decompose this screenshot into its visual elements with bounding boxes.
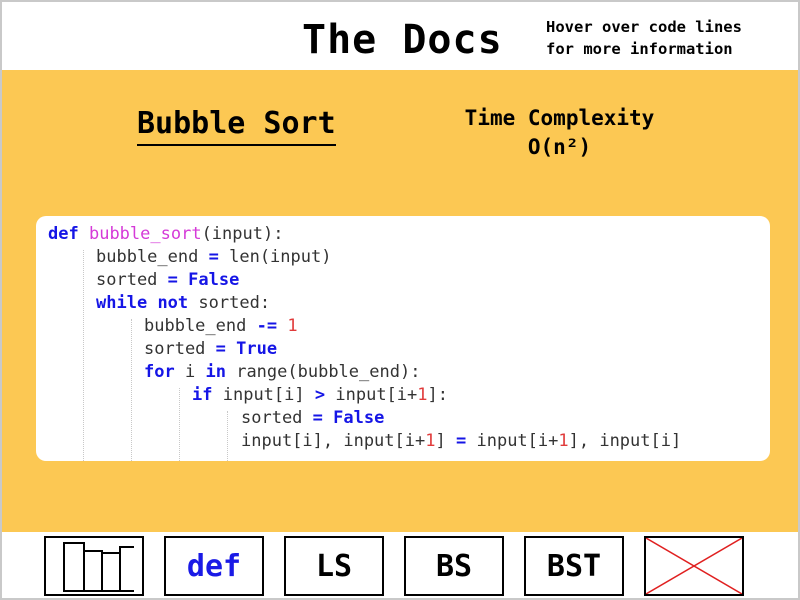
content-area: Bubble Sort Time Complexity O(n²) def bu… [2,70,798,532]
code-text: range(bubble_end): [236,362,421,382]
code-text: sorted: [198,293,271,313]
keyword: True [236,339,278,359]
hover-hint: Hover over code lines for more informati… [546,16,742,60]
close-button[interactable] [644,536,744,596]
complexity-label: Time Complexity [464,106,655,130]
hover-hint-line-2: for more information [546,40,733,58]
code-text: sorted [241,408,303,428]
code-text: ], input[i] [568,431,682,451]
linear-search-button[interactable]: LS [284,536,384,596]
operator: -= [256,316,278,336]
number-literal: 1 [287,316,298,336]
operator: = [215,339,226,359]
code-text: len(input) [229,247,332,267]
operator: = [167,270,178,290]
code-text: ] [435,431,446,451]
def-button[interactable]: def [164,536,264,596]
operator: = [455,431,467,451]
algorithm-title: Bubble Sort [137,104,336,146]
hover-hint-line-1: Hover over code lines [546,18,742,36]
code-text: i [184,362,196,382]
keyword: for [144,362,175,382]
keyword: in [205,362,226,382]
keyword: False [333,408,385,428]
operator: = [208,247,219,267]
code-text: sorted [96,270,158,290]
code-line-10[interactable]: input[i], input[i+1] = input[i+1], input… [241,430,681,453]
code-text: bubble_end [96,247,199,267]
code-line-1[interactable]: def bubble_sort(input): [48,223,283,246]
function-name: bubble_sort [88,224,202,244]
code-line-8[interactable]: if input[i] > input[i+1]: [192,384,448,407]
app-window: The Docs Hover over code lines for more … [0,0,800,600]
keyword: while [96,293,148,313]
indent-guide [131,319,132,461]
bst-button[interactable]: BST [524,536,624,596]
indent-guide [83,250,84,461]
code-line-7[interactable]: for i in range(bubble_end): [144,361,420,384]
code-text: bubble_end [144,316,247,336]
code-line-6[interactable]: sorted = True [144,338,277,361]
number-literal: 1 [417,385,428,405]
keyword: False [188,270,240,290]
keyword: not [157,293,189,313]
home-button[interactable] [44,536,144,596]
indent-guide [179,388,180,461]
code-line-4[interactable]: while not sorted: [96,292,270,315]
code-text: sorted [144,339,206,359]
app-title: The Docs [302,17,503,63]
header: The Docs Hover over code lines for more … [2,2,798,70]
bottom-nav: def LS BS BST [2,532,798,598]
code-text: input[i], input[i+ [241,431,426,451]
indent-guide [227,411,228,461]
code-text: ]: [427,385,448,405]
number-literal: 1 [558,431,569,451]
keyword: def [48,224,79,244]
complexity-value: O(n²) [527,135,592,159]
code-panel: def bubble_sort(input): bubble_end = len… [36,216,770,461]
code-line-3[interactable]: sorted = False [96,269,239,292]
bar-chart-icon [63,542,134,592]
time-complexity: Time Complexity O(n²) [457,104,662,162]
operator: > [314,385,326,405]
keyword: if [192,385,213,405]
code-text: input[i+ [335,385,418,405]
code-text: (input): [201,224,284,244]
code-line-2[interactable]: bubble_end = len(input) [96,246,331,269]
bubble-sort-button[interactable]: BS [404,536,504,596]
code-text: input[i+ [476,431,559,451]
close-icon [646,538,742,594]
operator: = [312,408,323,428]
code-text: input[i] [222,385,305,405]
code-line-5[interactable]: bubble_end -= 1 [144,315,298,338]
number-literal: 1 [425,431,436,451]
code-line-9[interactable]: sorted = False [241,407,384,430]
